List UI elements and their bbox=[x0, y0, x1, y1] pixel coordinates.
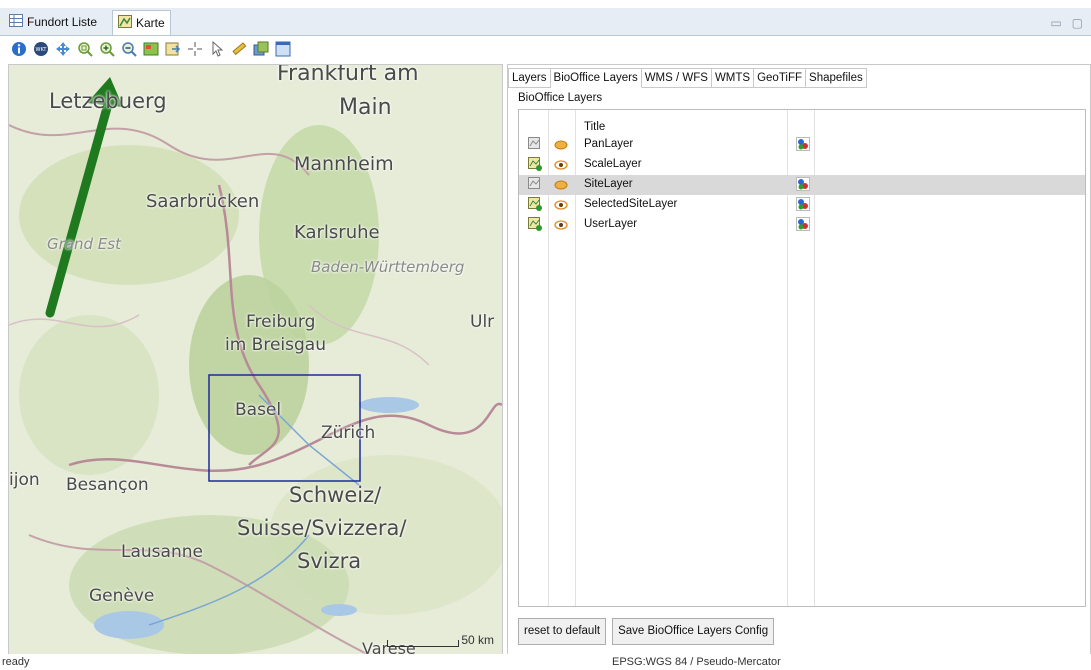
tab-karte[interactable]: Karte bbox=[112, 10, 171, 35]
layer-row[interactable]: SiteLayer bbox=[519, 175, 1085, 195]
layer-style-icon[interactable] bbox=[796, 217, 810, 234]
tab-layers[interactable]: Layers bbox=[508, 68, 551, 88]
map-icon bbox=[118, 15, 132, 31]
map-background bbox=[9, 65, 502, 655]
save-config-button[interactable]: Save BioOffice Layers Config bbox=[612, 618, 775, 645]
status-text: ready bbox=[2, 656, 30, 668]
status-bar: ready EPSG:WGS 84 / Pseudo-Mercator bbox=[0, 654, 1091, 670]
layer-style-icon[interactable] bbox=[796, 197, 810, 214]
layer-row[interactable]: PanLayer bbox=[519, 135, 1085, 155]
export-icon[interactable] bbox=[164, 40, 182, 58]
map-label-besancon: Besançon bbox=[66, 475, 149, 495]
wkt-icon[interactable]: WKT bbox=[32, 40, 50, 58]
map-toolbar: WKT bbox=[0, 36, 510, 62]
minimize-icon[interactable]: ▭ bbox=[1050, 16, 1061, 30]
layers-icon[interactable] bbox=[252, 40, 270, 58]
layer-name: ScaleLayer bbox=[584, 158, 642, 170]
map-label-zurich: Zürich bbox=[321, 423, 376, 443]
info-icon[interactable] bbox=[10, 40, 28, 58]
layer-active-icon[interactable] bbox=[528, 197, 542, 214]
layer-active-icon[interactable] bbox=[528, 217, 542, 234]
zoom-in-icon[interactable] bbox=[98, 40, 116, 58]
layer-name: SelectedSiteLayer bbox=[584, 198, 678, 210]
eye-open-icon[interactable] bbox=[554, 219, 568, 233]
layer-row[interactable]: ScaleLayer bbox=[519, 155, 1085, 175]
select-pointer-icon[interactable] bbox=[208, 40, 226, 58]
layer-name: PanLayer bbox=[584, 138, 634, 150]
layers-panel-tabs: Layers BioOffice Layers WMS / WFS WMTS G… bbox=[508, 68, 867, 88]
layer-style-icon[interactable] bbox=[796, 177, 810, 194]
eye-open-icon[interactable] bbox=[554, 159, 568, 173]
layer-name: UserLayer bbox=[584, 218, 638, 230]
map-label-dijon: ijon bbox=[9, 470, 40, 490]
wkt-label: WKT bbox=[36, 47, 48, 53]
tab-geotiff[interactable]: GeoTiFF bbox=[754, 68, 807, 88]
map-label-schweiz-1: Schweiz/ bbox=[289, 483, 382, 507]
tab-label: Fundort Liste bbox=[27, 15, 98, 29]
tab-label: Karte bbox=[136, 16, 165, 30]
eye-closed-icon[interactable] bbox=[554, 139, 568, 153]
window-icon[interactable] bbox=[274, 40, 292, 58]
tab-wmts[interactable]: WMTS bbox=[711, 68, 755, 88]
map-label-schweiz-2: Suisse/Svizzera/ bbox=[237, 516, 407, 540]
tab-shapefiles[interactable]: Shapefiles bbox=[806, 68, 867, 88]
layers-panel: Layers BioOffice Layers WMS / WFS WMTS G… bbox=[507, 64, 1091, 656]
layer-active-icon[interactable] bbox=[528, 157, 542, 174]
scale-bar-label: 50 km bbox=[461, 633, 494, 647]
map-label-grand-est: Grand Est bbox=[47, 235, 121, 253]
tab-wms-wfs[interactable]: WMS / WFS bbox=[641, 68, 712, 88]
layer-style-icon[interactable] bbox=[796, 137, 810, 154]
map-label-saarbrucken: Saarbrücken bbox=[146, 191, 260, 212]
map-label-baden-wurttemberg: Baden-Württemberg bbox=[311, 258, 465, 276]
zoom-extent-icon[interactable] bbox=[76, 40, 94, 58]
layer-row[interactable]: SelectedSiteLayer bbox=[519, 195, 1085, 215]
layers-table: Title PanLayer ScaleLayer SiteLayer Selecte… bbox=[518, 109, 1086, 607]
column-header-title[interactable]: Title bbox=[584, 121, 605, 133]
map-label-frankfurt: Frankfurt am bbox=[277, 64, 419, 86]
reset-button[interactable]: reset to default bbox=[518, 618, 607, 645]
map-label-ulm: Ulr bbox=[470, 312, 495, 332]
tab-biooffice-layers[interactable]: BioOffice Layers bbox=[550, 68, 642, 88]
map-label-freiburg-1: Freiburg bbox=[246, 312, 316, 332]
layer-inactive-icon[interactable] bbox=[528, 177, 542, 194]
zoom-out-icon[interactable] bbox=[120, 40, 138, 58]
crs-indicator: EPSG:WGS 84 / Pseudo-Mercator bbox=[612, 656, 781, 668]
map-label-karlsruhe: Karlsruhe bbox=[294, 222, 380, 243]
crosshair-icon[interactable] bbox=[186, 40, 204, 58]
editor-tab-bar: Fundort Liste Karte ▭ ▢ bbox=[0, 8, 1091, 36]
table-icon bbox=[9, 14, 23, 30]
scale-bar-line bbox=[387, 640, 460, 647]
scale-bar: 50 km bbox=[387, 633, 494, 647]
map-view[interactable]: Frankfurt am Main Letzebuerg Mannheim Sa… bbox=[8, 64, 503, 656]
zoom-layer-icon[interactable] bbox=[142, 40, 160, 58]
map-label-geneve: Genève bbox=[89, 586, 155, 606]
map-label-basel: Basel bbox=[235, 400, 282, 420]
map-label-main: Main bbox=[339, 95, 392, 120]
map-label-mannheim: Mannheim bbox=[294, 153, 394, 175]
map-label-lausanne: Lausanne bbox=[121, 542, 203, 562]
layer-inactive-icon[interactable] bbox=[528, 137, 542, 154]
eye-open-icon[interactable] bbox=[554, 199, 568, 213]
measure-icon[interactable] bbox=[230, 40, 248, 58]
map-label-luxembourg: Letzebuerg bbox=[49, 89, 167, 113]
eye-closed-icon[interactable] bbox=[554, 179, 568, 193]
maximize-icon[interactable]: ▢ bbox=[1072, 16, 1083, 30]
tab-fundort-liste[interactable]: Fundort Liste bbox=[4, 11, 102, 33]
map-label-freiburg-2: im Breisgau bbox=[225, 335, 326, 355]
pan-icon[interactable] bbox=[54, 40, 72, 58]
layer-name: SiteLayer bbox=[584, 178, 633, 190]
map-label-schweiz-3: Svizra bbox=[297, 549, 362, 573]
layer-row[interactable]: UserLayer bbox=[519, 215, 1085, 235]
group-title: BioOffice Layers bbox=[518, 92, 603, 104]
